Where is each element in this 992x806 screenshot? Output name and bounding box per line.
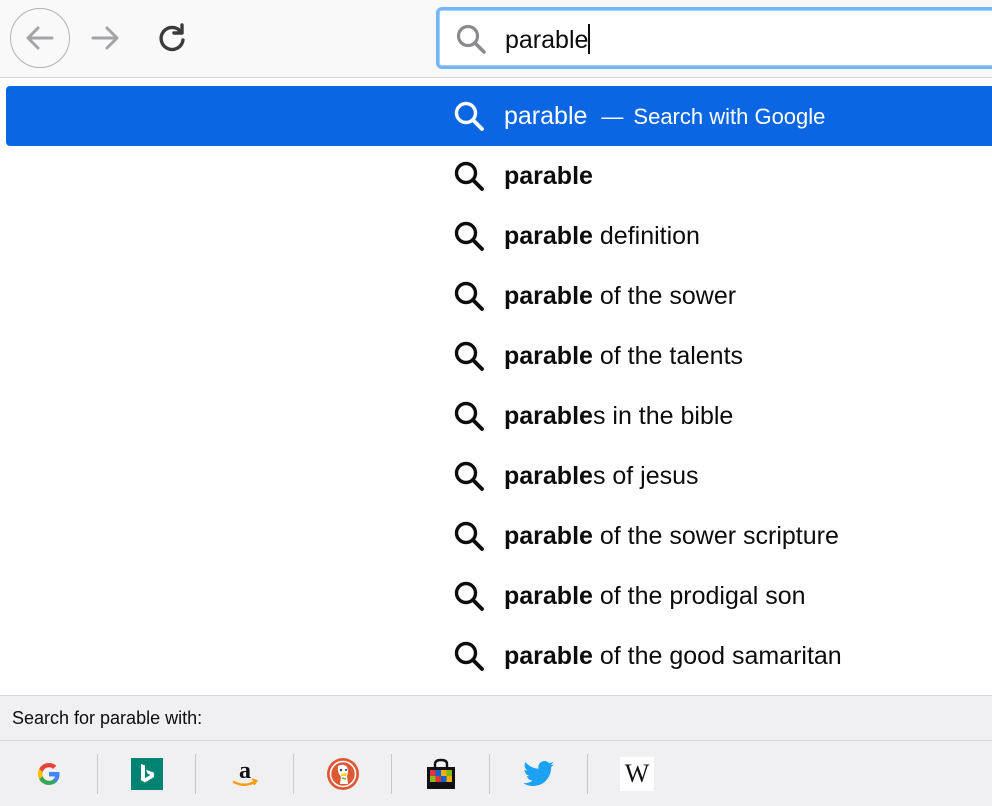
suggestion-row[interactable]: parable definition bbox=[6, 206, 992, 266]
suggestion-row[interactable]: parable of the talents bbox=[6, 326, 992, 386]
suggestion-text: parable of the sower bbox=[504, 266, 736, 326]
ebay-engine-button[interactable] bbox=[392, 741, 490, 806]
suggestion-row[interactable]: parables in the bible bbox=[6, 386, 992, 446]
navigation-toolbar: parable bbox=[0, 0, 992, 78]
forward-button[interactable] bbox=[84, 18, 128, 58]
search-icon bbox=[454, 161, 484, 191]
arrow-left-icon bbox=[26, 26, 54, 50]
google-icon bbox=[38, 762, 60, 785]
matched-text: parable bbox=[504, 582, 593, 610]
matched-text: parable bbox=[504, 642, 593, 670]
reload-icon bbox=[159, 23, 185, 52]
search-icon bbox=[454, 641, 484, 671]
search-icon bbox=[454, 521, 484, 551]
suggestion-text: parables of jesus bbox=[504, 446, 699, 506]
suggestion-row[interactable]: parables of jesus bbox=[6, 446, 992, 506]
amazon-engine-button[interactable]: a bbox=[196, 741, 294, 806]
matched-text: parable bbox=[504, 402, 593, 430]
search-action-label: Search with Google bbox=[633, 104, 826, 129]
wikipedia-engine-button[interactable]: W bbox=[588, 741, 686, 806]
one-off-search-header: Search for parable with: bbox=[0, 695, 992, 741]
search-term: parable bbox=[504, 102, 588, 130]
google-engine-button[interactable] bbox=[0, 741, 98, 806]
suggestion-text: parable — Search with Google bbox=[504, 86, 825, 146]
suggestion-remainder: of the prodigal son bbox=[592, 582, 806, 610]
url-bar-input[interactable]: parable bbox=[505, 24, 591, 55]
text-caret bbox=[588, 24, 591, 54]
twitter-bird-icon bbox=[523, 760, 555, 786]
arrow-right-icon bbox=[91, 26, 119, 50]
search-with-google-row[interactable]: parable — Search with Google bbox=[6, 86, 992, 146]
suggestion-row[interactable]: parable bbox=[6, 146, 992, 206]
matched-text: parable bbox=[504, 282, 593, 310]
suggestion-text: parable of the sower scripture bbox=[504, 506, 839, 566]
wikipedia-icon: W bbox=[620, 756, 654, 791]
matched-text: parable bbox=[504, 522, 593, 550]
suggestion-text: parable bbox=[504, 146, 593, 206]
suggestion-row[interactable]: parable of the prodigal son bbox=[6, 566, 992, 626]
duckduckgo-icon bbox=[327, 757, 359, 790]
separator-dash: — bbox=[601, 104, 624, 129]
suggestion-text: parable of the talents bbox=[504, 326, 743, 386]
svg-text:a: a bbox=[239, 758, 251, 784]
one-off-search-label: Search for parable with: bbox=[12, 708, 203, 728]
amazon-icon: a bbox=[232, 758, 258, 786]
matched-text: parable bbox=[504, 222, 593, 250]
matched-text: parable bbox=[504, 162, 593, 190]
duckduckgo-engine-button[interactable] bbox=[294, 741, 392, 806]
suggestion-text: parable of the good samaritan bbox=[504, 626, 842, 686]
search-icon bbox=[454, 221, 484, 251]
bing-icon bbox=[131, 757, 163, 790]
search-icon bbox=[454, 581, 484, 611]
shopping-bag-icon bbox=[427, 758, 455, 789]
suggestion-text: parable definition bbox=[504, 206, 700, 266]
search-icon bbox=[454, 101, 484, 131]
suggestion-text: parables in the bible bbox=[504, 386, 733, 446]
suggestion-remainder: of the talents bbox=[592, 342, 744, 370]
url-bar[interactable]: parable bbox=[436, 7, 992, 69]
matched-text: parable bbox=[504, 462, 593, 490]
search-icon bbox=[456, 24, 486, 54]
suggestion-remainder: s of jesus bbox=[592, 462, 699, 490]
twitter-engine-button[interactable] bbox=[490, 741, 588, 806]
search-icon bbox=[454, 281, 484, 311]
suggestion-remainder: of the good samaritan bbox=[592, 642, 842, 670]
url-bar-text: parable bbox=[505, 26, 589, 54]
one-off-search-bar: a W bbox=[0, 741, 992, 806]
reload-button[interactable] bbox=[150, 18, 194, 58]
matched-text: parable bbox=[504, 342, 593, 370]
suggestion-row[interactable]: parable of the sower bbox=[6, 266, 992, 326]
search-icon bbox=[454, 461, 484, 491]
wikipedia-icon-letter: W bbox=[624, 758, 650, 788]
search-icon bbox=[454, 401, 484, 431]
suggestion-row[interactable]: parable of the good samaritan bbox=[6, 626, 992, 686]
suggestion-remainder: definition bbox=[592, 222, 700, 250]
search-icon bbox=[454, 341, 484, 371]
suggestion-remainder: of the sower scripture bbox=[592, 522, 839, 550]
autocomplete-popup: parable — Search with Google parable parable… bbox=[0, 78, 992, 694]
suggestion-row[interactable]: parable of the sower scripture bbox=[6, 506, 992, 566]
suggestion-text: parable of the prodigal son bbox=[504, 566, 806, 626]
bing-engine-button[interactable] bbox=[98, 741, 196, 806]
suggestion-remainder: of the sower bbox=[592, 282, 737, 310]
back-button[interactable] bbox=[10, 8, 70, 68]
suggestion-remainder: s in the bible bbox=[592, 402, 734, 430]
